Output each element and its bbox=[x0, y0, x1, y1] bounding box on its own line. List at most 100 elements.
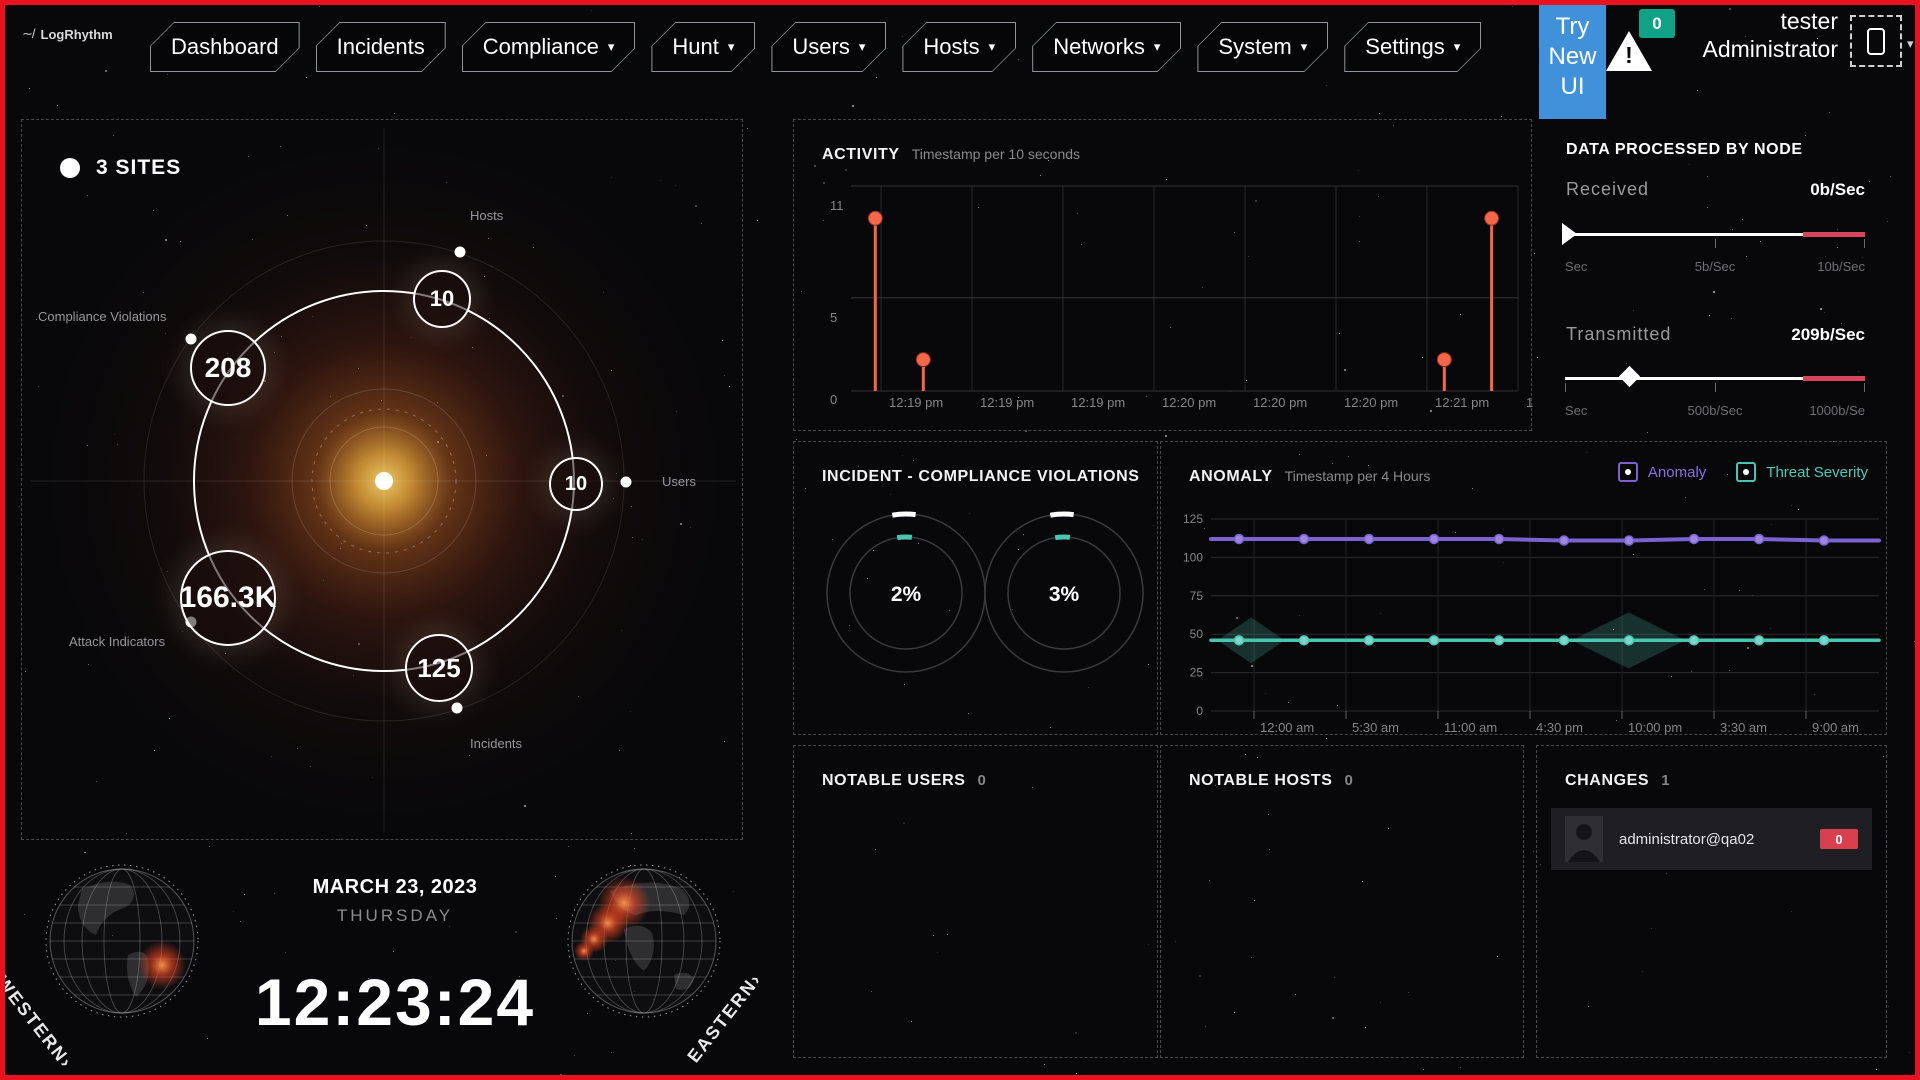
nav-incidents-label: Incidents bbox=[337, 34, 425, 60]
incident-title: INCIDENT - COMPLIANCE VIOLATIONS bbox=[822, 468, 1140, 486]
incident-gauges: 2% 3% bbox=[794, 490, 1159, 732]
svg-text:12:20 pm: 12:20 pm bbox=[1344, 395, 1398, 410]
transmitted-slider[interactable] bbox=[1565, 369, 1865, 389]
chevron-down-icon: ▾ bbox=[1154, 39, 1161, 55]
svg-text:9:00 am: 9:00 am bbox=[1812, 720, 1859, 735]
received-value: 0b/Sec bbox=[1810, 180, 1865, 200]
changes-title: CHANGES bbox=[1565, 772, 1649, 790]
clock-date: MARCH 23, 2023 bbox=[245, 876, 545, 899]
svg-text:3:30 am: 3:30 am bbox=[1720, 720, 1767, 735]
received-slider[interactable] bbox=[1565, 225, 1865, 245]
label-attack-indicators: Attack Indicators bbox=[69, 634, 165, 649]
nav-settings[interactable]: Settings ▾ bbox=[1344, 22, 1481, 72]
chevron-down-icon: ▾ bbox=[1301, 39, 1308, 55]
chevron-down-icon: ▾ bbox=[728, 39, 735, 55]
try-new-ui-button[interactable]: Try New UI bbox=[1539, 5, 1606, 119]
incident-compliance-panel: INCIDENT - COMPLIANCE VIOLATIONS 2% 3% bbox=[793, 441, 1158, 735]
transmitted-value: 209b/Sec bbox=[1791, 325, 1865, 345]
svg-text:25: 25 bbox=[1190, 666, 1204, 680]
nav-hunt[interactable]: Hunt▾ bbox=[651, 22, 755, 72]
avatar-placeholder-icon bbox=[1867, 28, 1885, 55]
svg-text:10:00 pm: 10:00 pm bbox=[1628, 720, 1682, 735]
nav-dashboard[interactable]: Dashboard bbox=[150, 22, 300, 72]
change-badge: 0 bbox=[1820, 829, 1858, 849]
changes-panel: CHANGES 1 administrator@qa02 0 bbox=[1536, 745, 1887, 1058]
nav-compliance-label: Compliance bbox=[483, 34, 599, 60]
chevron-down-icon: ▾ bbox=[989, 39, 996, 55]
nav-networks[interactable]: Networks ▾ bbox=[1032, 22, 1181, 72]
transmitted-slider-handle[interactable] bbox=[1619, 366, 1640, 387]
user-silhouette-icon bbox=[1565, 816, 1603, 862]
svg-text:11: 11 bbox=[830, 198, 844, 213]
label-compliance-violations: Compliance Violations bbox=[38, 309, 166, 324]
user-menu-chevron-icon[interactable]: ▾ bbox=[1907, 36, 1914, 52]
nav-hosts-label: Hosts bbox=[923, 34, 979, 60]
label-users: Users bbox=[662, 474, 696, 489]
svg-text:12:19 pm: 12:19 pm bbox=[889, 395, 943, 410]
logrhythm-logo-icon: ∼/ bbox=[22, 26, 35, 42]
svg-text:0: 0 bbox=[830, 392, 837, 407]
sites-header: 3 SITES bbox=[60, 156, 181, 180]
chevron-down-icon: ▾ bbox=[1454, 39, 1461, 55]
changes-count: 1 bbox=[1661, 772, 1669, 789]
data-processed-title: DATA PROCESSED BY NODE bbox=[1566, 141, 1803, 159]
svg-text:3%: 3% bbox=[1049, 583, 1080, 606]
chevron-down-icon: ▾ bbox=[859, 39, 866, 55]
bubble-hosts[interactable]: 10 bbox=[413, 270, 471, 328]
orbit-visualization bbox=[22, 120, 744, 841]
change-user: administrator@qa02 bbox=[1619, 831, 1754, 848]
sites-dot-icon bbox=[60, 158, 80, 178]
svg-text:4:30 pm: 4:30 pm bbox=[1536, 720, 1583, 735]
svg-text:125: 125 bbox=[1183, 512, 1203, 526]
notable-users-title: NOTABLE USERS bbox=[822, 772, 966, 790]
bubble-users[interactable]: 10 bbox=[549, 457, 603, 511]
bubble-compliance-violations[interactable]: 208 bbox=[190, 330, 266, 406]
globe-western-hemisphere bbox=[44, 863, 200, 1024]
svg-text:0: 0 bbox=[1196, 704, 1203, 718]
svg-text:12:19 pm: 12:19 pm bbox=[980, 395, 1034, 410]
user-role: Administrator bbox=[1686, 36, 1838, 64]
main-nav: Dashboard Incidents Compliance▾ Hunt▾ Us… bbox=[150, 22, 1481, 72]
nav-hosts[interactable]: Hosts ▾ bbox=[902, 22, 1016, 72]
svg-text:2%: 2% bbox=[891, 583, 922, 606]
nav-dashboard-label: Dashboard bbox=[171, 34, 279, 60]
logrhythm-logo: ∼/ LogRhythm bbox=[22, 26, 113, 42]
notable-users-count: 0 bbox=[978, 772, 986, 789]
nav-system[interactable]: System ▾ bbox=[1197, 22, 1328, 72]
transmitted-label: Transmitted bbox=[1566, 324, 1671, 345]
label-hosts: Hosts bbox=[470, 208, 503, 223]
nav-compliance[interactable]: Compliance▾ bbox=[462, 22, 636, 72]
user-first-name: tester bbox=[1686, 8, 1838, 36]
user-avatar[interactable] bbox=[1850, 15, 1902, 67]
svg-text:12:20 pm: 12:20 pm bbox=[1253, 395, 1307, 410]
notable-users-panel: NOTABLE USERS 0 bbox=[793, 745, 1158, 1058]
svg-text:12:21 pm: 12:21 pm bbox=[1526, 395, 1533, 410]
svg-text:12:00 am: 12:00 am bbox=[1260, 720, 1314, 735]
globe-eastern-hemisphere bbox=[566, 863, 722, 1024]
nav-users[interactable]: Users▾ bbox=[771, 22, 886, 72]
bubble-incidents[interactable]: 125 bbox=[405, 634, 473, 702]
bubble-attack-indicators[interactable]: 166.3K bbox=[180, 550, 276, 646]
svg-text:12:20 pm: 12:20 pm bbox=[1162, 395, 1216, 410]
notable-hosts-count: 0 bbox=[1345, 772, 1353, 789]
svg-text:5:30 am: 5:30 am bbox=[1352, 720, 1399, 735]
anomaly-chart: 025507510012512:00 am5:30 am11:00 am4:30… bbox=[1161, 442, 1888, 736]
sites-orbit-panel: 3 SITES 10 208 10 166.3K 125 Hosts Compl… bbox=[21, 119, 743, 840]
received-slider-handle[interactable] bbox=[1562, 223, 1577, 245]
nav-networks-label: Networks bbox=[1053, 34, 1145, 60]
notable-hosts-panel: NOTABLE HOSTS 0 bbox=[1160, 745, 1524, 1058]
nav-system-label: System bbox=[1218, 34, 1291, 60]
clock-time: 12:23:24 bbox=[245, 964, 545, 1040]
change-row[interactable]: administrator@qa02 0 bbox=[1551, 808, 1872, 870]
anomaly-panel: ANOMALY Timestamp per 4 Hours Anomaly Th… bbox=[1160, 441, 1887, 735]
svg-text:12:19 pm: 12:19 pm bbox=[1071, 395, 1125, 410]
svg-text:5: 5 bbox=[830, 310, 837, 325]
notable-hosts-title: NOTABLE HOSTS bbox=[1189, 772, 1333, 790]
alert-count-badge: 0 bbox=[1639, 9, 1675, 38]
svg-text:100: 100 bbox=[1183, 550, 1203, 564]
nav-incidents[interactable]: Incidents bbox=[316, 22, 446, 72]
nav-settings-label: Settings bbox=[1365, 34, 1445, 60]
label-incidents: Incidents bbox=[470, 736, 522, 751]
activity-chart: 12:19 pm 12:19 pm 12:19 pm 12:20 pm 12:20 pm… bbox=[794, 120, 1533, 430]
clock-widget: MARCH 23, 2023 THURSDAY 12:23:24 bbox=[245, 876, 545, 1040]
